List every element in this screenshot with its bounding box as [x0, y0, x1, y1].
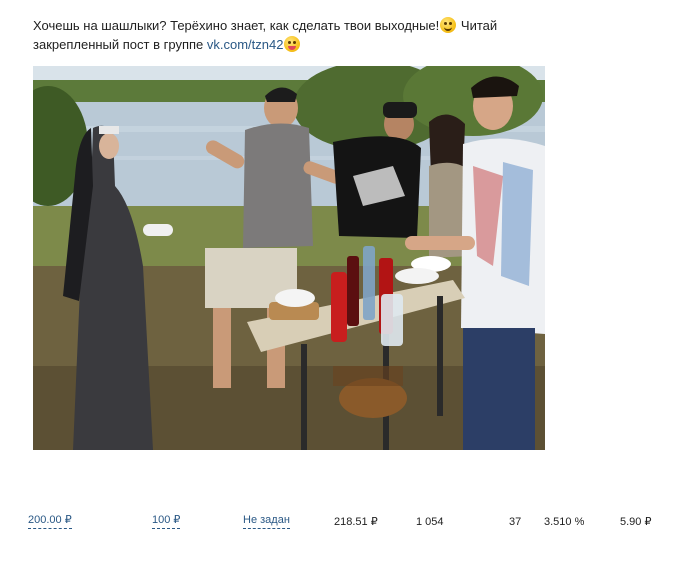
ctr-value: 3.510 %: [544, 516, 585, 528]
post-text-line1: Хочешь на шашлыки? Терёхино знает, как с…: [33, 18, 440, 33]
spent-value: 218.51 ₽: [334, 516, 378, 528]
clicks-value: 37: [509, 516, 522, 528]
wink-face-icon: [440, 17, 457, 33]
picnic-photo-illustration: [33, 66, 545, 450]
post-photo[interactable]: [33, 66, 545, 450]
not-set-value[interactable]: Не задан: [243, 513, 290, 529]
stats-row: 200.00 ₽ 100 ₽ Не задан 218.51 ₽ 1 054 3…: [0, 513, 673, 531]
tongue-face-icon: [284, 36, 301, 52]
post-text: Хочешь на шашлыки? Терёхино знает, как с…: [33, 16, 553, 54]
group-link[interactable]: vk.com/tzn42: [207, 37, 284, 52]
impressions-value: 1 054: [416, 516, 444, 528]
limit-value[interactable]: 100 ₽: [152, 513, 181, 529]
cpc-value: 5.90 ₽: [620, 516, 652, 528]
budget-value[interactable]: 200.00 ₽: [28, 513, 72, 529]
post-text-line2: закрепленный пост в группе: [33, 37, 204, 52]
post-text-line1b: Читай: [460, 18, 498, 33]
